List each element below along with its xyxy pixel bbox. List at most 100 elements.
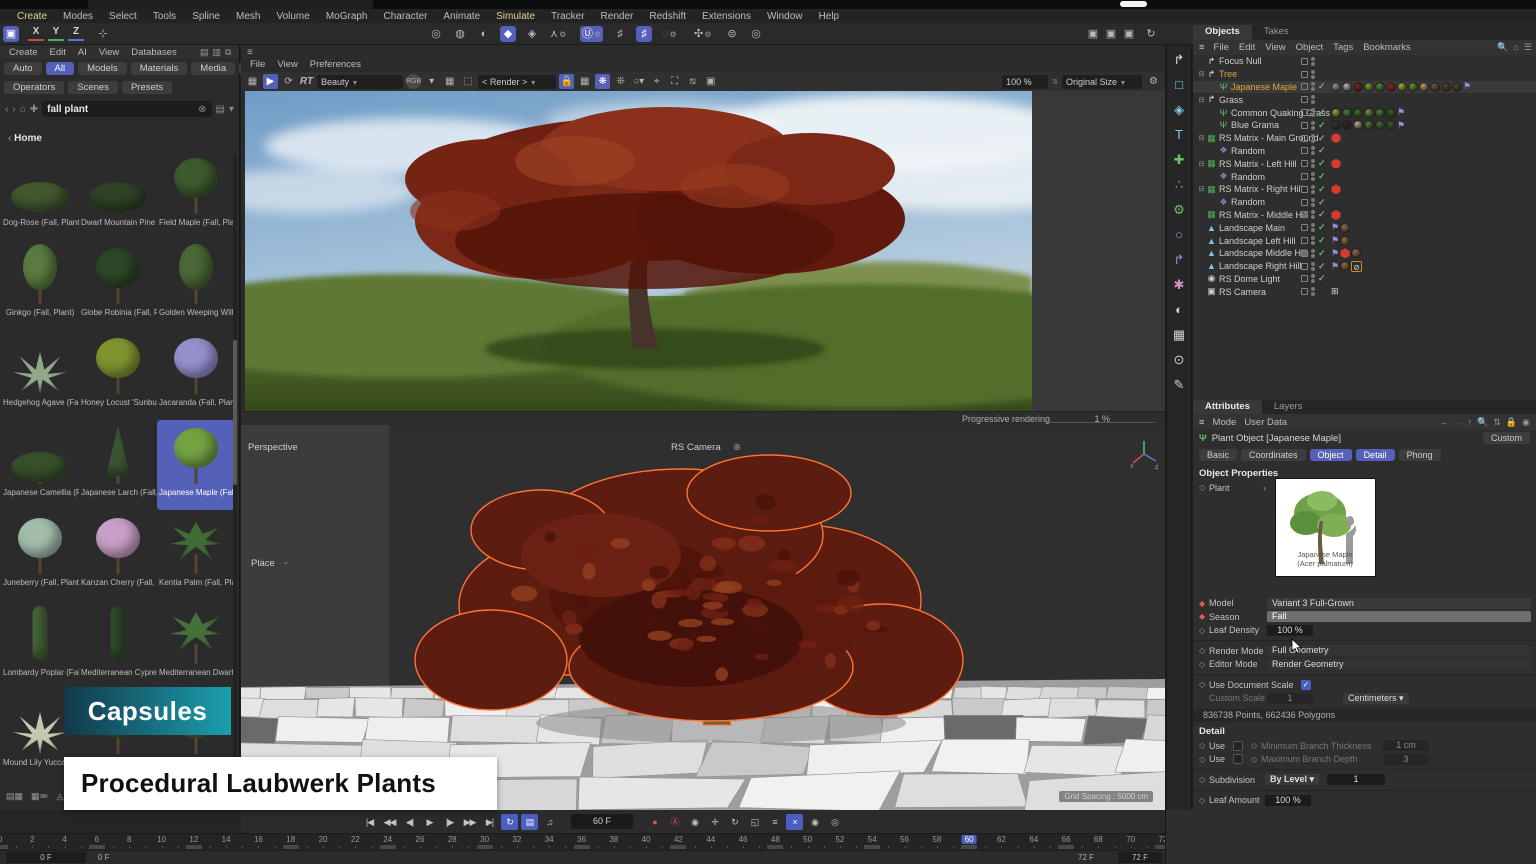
attr-lock-icon[interactable]: 🔒 (1506, 417, 1517, 428)
object-row[interactable]: ▲Landscape Middle Hill✓⚑ (1193, 247, 1536, 260)
param-diamond-icon[interactable]: ◇ (1199, 660, 1209, 669)
object-name[interactable]: Landscape Middle Hill (1219, 248, 1307, 258)
attr-section-tab-object[interactable]: Object (1310, 449, 1352, 461)
visibility-dots[interactable] (1311, 274, 1315, 283)
asset-scrollbar-track[interactable] (233, 155, 237, 825)
object-row[interactable]: ↱Focus Null (1193, 55, 1536, 68)
sim-tool-icon-0[interactable]: ◎ (428, 26, 444, 42)
menu-window[interactable]: Window (760, 10, 810, 23)
visibility-dots[interactable] (1311, 108, 1315, 117)
camera-label[interactable]: RS Camera (671, 442, 721, 453)
material-swatch[interactable] (1342, 120, 1352, 130)
clear-search-icon[interactable]: ⊗ (198, 104, 206, 115)
sim-tool-icon-5[interactable]: ⋏⚙ (548, 26, 568, 42)
object-row[interactable]: ΨJapanese Maple✓⚑ (1193, 81, 1536, 94)
asset-menu-view[interactable]: View (94, 47, 124, 57)
home-icon[interactable]: ⌂ (20, 104, 26, 115)
solo-icon[interactable]: ◉ (806, 814, 823, 830)
visibility-dots[interactable] (1311, 185, 1315, 194)
loop-toggle[interactable]: ↻ (501, 814, 518, 830)
model-dropdown[interactable]: Variant 3 Full-Grown (1267, 598, 1531, 609)
channel-dropdown-icon[interactable]: ▾ (424, 74, 439, 89)
tree-view-icon[interactable]: ◬ (57, 791, 64, 805)
keyed-diamond-icon[interactable]: ◆ (1199, 612, 1209, 621)
primitive-cube-icon[interactable]: ◈ (1170, 101, 1188, 119)
layer-toggle-icon[interactable] (1301, 83, 1308, 90)
attr-back-icon[interactable]: ← (1440, 417, 1449, 428)
visibility-dots[interactable] (1311, 249, 1315, 258)
enable-checkmark[interactable]: ✓ (1318, 81, 1328, 92)
material-swatch[interactable] (1353, 120, 1363, 130)
sound-toggle[interactable]: ♫ (541, 814, 558, 830)
om-menu-object[interactable]: Object (1291, 42, 1328, 53)
crop-icon[interactable]: ⬚ (460, 74, 475, 89)
editor-mode-dropdown[interactable]: Render Geometry (1267, 659, 1531, 670)
leaf-amount-field[interactable]: 100 % (1265, 795, 1311, 806)
object-name[interactable]: RS Matrix - Left Hill (1219, 159, 1297, 169)
keyed-diamond-icon[interactable]: ◆ (1199, 599, 1209, 608)
use-doc-scale-checkbox[interactable]: ✓ (1301, 680, 1311, 690)
rv-menu-preferences[interactable]: Preferences (305, 59, 366, 70)
enable-checkmark[interactable]: ✓ (1318, 222, 1328, 233)
expand-icon[interactable]: ⊟ (1197, 160, 1206, 168)
redshift-tag-icon[interactable] (1331, 133, 1341, 143)
object-row[interactable]: ⊟▦RS Matrix - Right Hill✓ (1193, 183, 1536, 196)
object-row[interactable]: ⊟↱Tree (1193, 68, 1536, 81)
season-dropdown[interactable]: Fall (1267, 611, 1531, 622)
asset-menu-edit[interactable]: Edit (45, 47, 71, 57)
asset-tab-media[interactable]: Media (191, 62, 235, 75)
object-row[interactable]: ▲Landscape Right Hill✓⚑⊘ (1193, 260, 1536, 273)
axis-lock-x[interactable]: X (28, 26, 44, 41)
generator-icon[interactable]: ✚ (1170, 151, 1188, 169)
material-tag-swatch[interactable] (1351, 248, 1361, 258)
rv-menu-file[interactable]: File (245, 59, 270, 70)
material-swatch[interactable] (1331, 108, 1341, 118)
material-tag-swatch[interactable] (1340, 261, 1350, 271)
enable-checkmark[interactable]: ✓ (1318, 171, 1328, 182)
axis-lock-z[interactable]: Z (68, 26, 84, 41)
param-diamond-icon[interactable]: ◇ (1199, 741, 1209, 750)
panel-icon[interactable]: ▥ (213, 47, 222, 58)
annotation-tag-icon[interactable]: ⚑ (1463, 81, 1471, 92)
tool-gear-icon[interactable]: ⚙ (704, 30, 711, 39)
zoom-stepper-icon[interactable]: ⇅ (1052, 78, 1058, 86)
material-swatch[interactable] (1419, 82, 1429, 92)
visibility-dots[interactable] (1311, 159, 1315, 168)
plant-card[interactable]: Field Maple (Fall, Plant) (157, 150, 235, 240)
cloner-icon[interactable]: ∴ (1170, 176, 1188, 194)
object-row[interactable]: ⊟▦RS Matrix - Main Ground✓ (1193, 132, 1536, 145)
redshift-tag-icon[interactable] (1331, 210, 1341, 220)
material-swatch[interactable] (1353, 108, 1363, 118)
database-icon[interactable]: ▤ (200, 47, 209, 58)
breadcrumb[interactable]: ‹ Home (0, 121, 239, 148)
enable-checkmark[interactable]: ✓ (1318, 235, 1328, 246)
layer-toggle-icon[interactable] (1301, 122, 1308, 129)
menu-mesh[interactable]: Mesh (229, 10, 267, 23)
om-tab-objects[interactable]: Objects (1193, 25, 1252, 40)
om-search-icon[interactable]: 🔍 (1497, 42, 1508, 53)
selection-tool-icon[interactable]: ▣ (3, 26, 19, 42)
object-name[interactable]: RS Camera (1219, 287, 1266, 297)
plant-card[interactable]: Dwarf Mountain Pine (... (79, 150, 157, 240)
start-ipr-icon[interactable]: ▶ (263, 74, 278, 89)
expand-icon[interactable]: ⊟ (1197, 134, 1206, 142)
field-icon[interactable]: ✱ (1170, 276, 1188, 294)
om-menu-tags[interactable]: Tags (1328, 42, 1358, 53)
layer-toggle-icon[interactable] (1301, 160, 1308, 167)
light-icon[interactable]: ⊙ (1170, 351, 1188, 369)
perspective-viewport[interactable]: Perspective RS Camera ⊕ Place ⌄ x z Grid… (241, 425, 1165, 810)
range-start-field[interactable]: 0 F (6, 852, 86, 863)
pixel-grid-icon[interactable]: ▦ (442, 74, 457, 89)
redshift-tag-icon[interactable] (1340, 248, 1350, 258)
menu-modes[interactable]: Modes (56, 10, 100, 23)
object-name[interactable]: RS Matrix - Middle Hill (1219, 210, 1308, 220)
sim-tool-icon-2[interactable]: ◐ (476, 26, 492, 42)
object-name[interactable]: Random (1231, 197, 1265, 207)
custom-scale-unit-dropdown[interactable]: Centimeters ▾ (1343, 693, 1409, 704)
settings-gear-icon[interactable]: ⚙ (1146, 74, 1161, 89)
layer-toggle-icon[interactable] (1301, 135, 1308, 142)
forward-icon[interactable]: › (12, 104, 15, 115)
visibility-dots[interactable] (1311, 236, 1315, 245)
annotation-tag-icon[interactable]: ⚑ (1397, 107, 1405, 118)
om-home-icon[interactable]: ⌂ (1513, 42, 1518, 53)
